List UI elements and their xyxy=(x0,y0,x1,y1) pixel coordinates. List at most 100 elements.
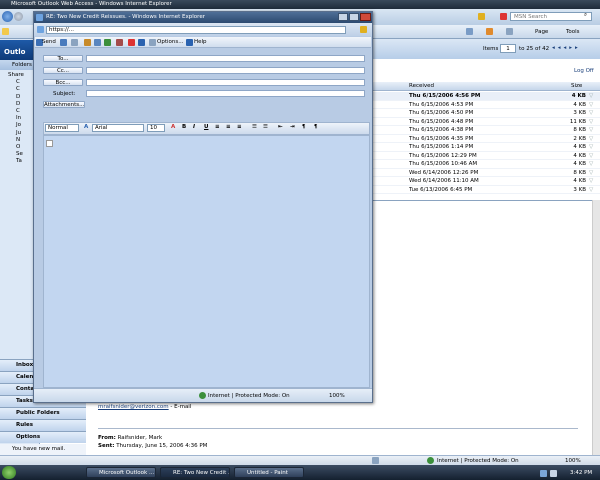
ltr-icon[interactable]: ¶ xyxy=(314,124,318,130)
flag-icon[interactable]: ▽ xyxy=(589,170,593,176)
table-row[interactable]: Thu 6/15/2006 4:50 PM 3 KB ▽ xyxy=(373,109,600,118)
taskbar-item-paint[interactable]: Untitled - Paint xyxy=(234,467,304,478)
home-icon[interactable] xyxy=(466,28,473,35)
flag-icon[interactable]: ▽ xyxy=(589,144,593,150)
flag-icon[interactable]: ▽ xyxy=(589,127,593,133)
flag-icon[interactable]: ▽ xyxy=(589,110,593,116)
numbered-list-icon[interactable]: ☰ xyxy=(252,124,257,130)
nav-options-button[interactable]: Options xyxy=(0,431,86,443)
table-row[interactable]: Wed 6/14/2006 12:26 PM 8 KB ▽ xyxy=(373,169,600,177)
bcc-field[interactable] xyxy=(86,79,365,86)
stop-icon[interactable] xyxy=(500,13,507,20)
align-left-icon[interactable]: ≡ xyxy=(215,124,220,130)
to-field[interactable] xyxy=(86,55,365,62)
taskbar-item-compose[interactable]: RE: Two New Credit ... xyxy=(160,467,230,478)
bold-icon[interactable]: B xyxy=(182,124,186,130)
back-icon[interactable] xyxy=(2,11,13,22)
flag-icon[interactable]: ▽ xyxy=(589,136,593,142)
attachments-button[interactable]: Attachments... xyxy=(43,101,85,108)
flag-icon[interactable]: ▽ xyxy=(589,161,593,167)
flag-icon[interactable]: ▽ xyxy=(589,153,593,159)
table-row[interactable]: Thu 6/15/2006 4:56 PM 4 KB ▽ xyxy=(373,92,600,101)
table-row[interactable]: Wed 6/14/2006 11:10 AM 4 KB ▽ xyxy=(373,177,600,186)
table-row[interactable]: Tue 6/13/2006 6:45 PM 3 KB ▽ xyxy=(373,186,600,194)
rtl-icon[interactable]: ¶ xyxy=(302,124,306,130)
high-importance-icon[interactable] xyxy=(128,39,135,46)
log-off-link[interactable]: Log Off xyxy=(574,68,594,74)
minimize-icon[interactable] xyxy=(338,13,348,21)
search-input[interactable]: MSN Search xyxy=(510,12,592,21)
size-cell: 4 KB xyxy=(573,161,586,167)
send-button[interactable]: Send xyxy=(42,39,56,45)
flag-icon[interactable]: ▽ xyxy=(589,178,593,184)
flag-icon[interactable]: ▽ xyxy=(589,102,593,108)
table-row[interactable]: Thu 6/15/2006 12:29 PM 4 KB ▽ xyxy=(373,152,600,160)
underline-icon[interactable]: U xyxy=(204,124,208,130)
size-cell: 4 KB xyxy=(573,101,586,108)
pager-arrows-icon[interactable]: ◂◂◂▸▸ xyxy=(552,45,581,51)
table-row[interactable]: Thu 6/15/2006 1:14 PM 4 KB ▽ xyxy=(373,143,600,152)
style-select[interactable]: Normal xyxy=(45,124,79,132)
feeds-icon[interactable] xyxy=(486,28,493,35)
options-icon[interactable] xyxy=(149,39,156,46)
help-icon[interactable] xyxy=(186,39,193,46)
bullet-list-icon[interactable]: ☰ xyxy=(263,124,268,130)
email-suffix: - E-mail xyxy=(168,404,192,410)
attach-icon[interactable] xyxy=(84,39,91,46)
flag-icon[interactable]: ▽ xyxy=(589,93,593,99)
save-icon[interactable] xyxy=(60,39,67,46)
received-column-header[interactable]: Received xyxy=(409,83,434,89)
table-row[interactable]: Thu 6/15/2006 4:35 PM 2 KB ▽ xyxy=(373,135,600,143)
increase-indent-icon[interactable]: ⇥ xyxy=(290,124,295,130)
align-center-icon[interactable]: ≡ xyxy=(226,124,231,130)
table-row[interactable]: Thu 6/15/2006 4:38 PM 8 KB ▽ xyxy=(373,126,600,135)
cc-field[interactable] xyxy=(86,67,365,74)
sender-email-link[interactable]: mraifsnider@verizon.com xyxy=(98,404,169,410)
size-column-header[interactable]: Size xyxy=(571,83,582,89)
bcc-button[interactable]: Bcc... xyxy=(43,79,83,86)
tools-menu[interactable]: Tools xyxy=(566,29,580,35)
compose-zoom-level[interactable]: 100% xyxy=(329,393,345,399)
table-row[interactable]: Thu 6/15/2006 10:46 AM 4 KB ▽ xyxy=(373,160,600,169)
align-right-icon[interactable]: ≡ xyxy=(237,124,242,130)
message-body-editor[interactable] xyxy=(43,135,370,388)
font-size-select[interactable]: 10 xyxy=(147,124,165,132)
decrease-indent-icon[interactable]: ⇤ xyxy=(278,124,283,130)
received-cell: Thu 6/15/2006 1:14 PM xyxy=(409,144,474,150)
font-color-icon[interactable]: A xyxy=(171,124,175,130)
low-importance-icon[interactable] xyxy=(138,39,145,46)
forward-icon[interactable] xyxy=(14,12,23,21)
help-button[interactable]: Help xyxy=(194,39,207,45)
nav-public-folders-button[interactable]: Public Folders xyxy=(0,407,86,419)
subject-field[interactable] xyxy=(86,90,365,97)
start-button-icon[interactable] xyxy=(2,466,16,479)
reading-pane-scrollbar[interactable] xyxy=(592,200,600,455)
check-names-icon[interactable] xyxy=(94,39,101,46)
address-book-icon[interactable] xyxy=(71,39,78,46)
nav-rules-button[interactable]: Rules xyxy=(0,419,86,431)
close-icon[interactable] xyxy=(360,13,371,21)
outer-zoom-level[interactable]: 100% xyxy=(565,458,581,464)
options-button[interactable]: Options... xyxy=(157,39,183,45)
cc-button[interactable]: Cc... xyxy=(43,67,83,74)
search-icon[interactable]: ⌕ xyxy=(584,12,587,19)
font-select[interactable]: Arial xyxy=(92,124,144,132)
maximize-icon[interactable] xyxy=(349,13,359,21)
page-menu[interactable]: Page xyxy=(535,29,548,35)
print-icon[interactable] xyxy=(506,28,513,35)
compose-url-field[interactable]: https://... xyxy=(46,26,346,34)
tray-network-icon[interactable] xyxy=(540,470,547,477)
favorites-star-icon[interactable] xyxy=(2,28,9,35)
flag-icon[interactable]: ▽ xyxy=(589,187,593,193)
spell-check-icon[interactable] xyxy=(104,39,111,46)
tray-volume-icon[interactable] xyxy=(550,470,557,477)
page-number-input[interactable]: 1 xyxy=(500,44,516,53)
flag-icon[interactable]: ▽ xyxy=(589,119,593,125)
to-button[interactable]: To... xyxy=(43,55,83,62)
table-row[interactable]: Thu 6/15/2006 4:48 PM 11 KB ▽ xyxy=(373,118,600,126)
table-row[interactable]: Thu 6/15/2006 4:53 PM 4 KB ▽ xyxy=(373,101,600,109)
permission-icon[interactable] xyxy=(116,39,123,46)
taskbar-item-outlook[interactable]: Microsoft Outlook ... xyxy=(86,467,156,478)
italic-icon[interactable]: I xyxy=(193,124,195,130)
size-cell: 8 KB xyxy=(573,127,586,133)
